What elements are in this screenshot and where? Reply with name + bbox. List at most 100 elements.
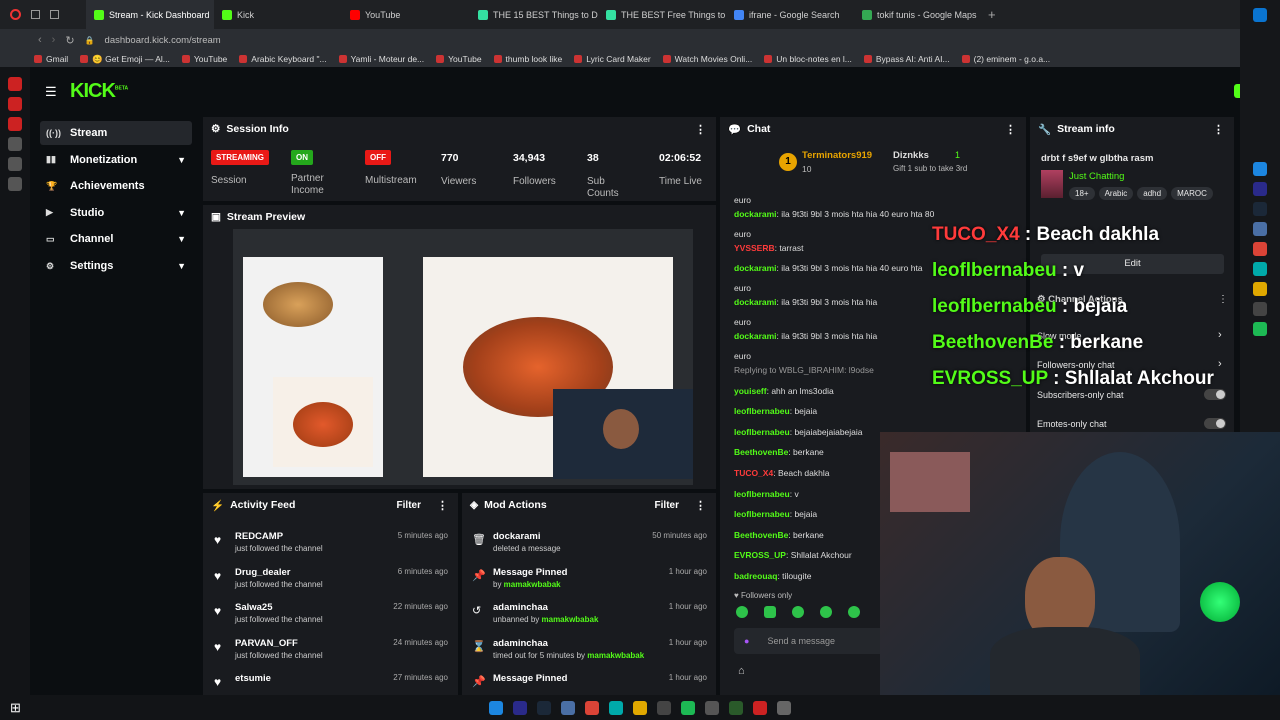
chat-username[interactable]: leoflbernabeu [734,509,790,519]
bookmark-item[interactable]: (2) eminem - g.o.a... [961,54,1050,64]
browser-tab[interactable]: Kick [214,0,342,29]
pinned-app-icon[interactable] [8,117,22,131]
green-edge-button[interactable] [1234,84,1240,98]
stream-tag[interactable]: Arabic [1098,187,1134,200]
activity-user[interactable]: PARVAN_OFF [235,638,298,649]
emote-icon[interactable] [848,606,860,618]
sidebar-item-channel[interactable]: ▭ Channel ▼ [40,227,192,251]
more-options-icon[interactable]: ⋮ [695,499,706,512]
activity-user[interactable]: Salwa25 [235,602,273,613]
mod-action-name[interactable]: adaminchaa [493,638,548,649]
chat-username[interactable]: EVROSS_UP [734,550,786,560]
emote-icon[interactable] [792,606,804,618]
chat-username[interactable]: dockarami [734,263,777,273]
bookmark-item[interactable]: Arabic Keyboard "... [239,54,327,64]
chat-input[interactable]: ● Send a message [734,628,894,654]
chat-username[interactable]: leoflbernabeu [734,406,790,416]
back-icon[interactable]: ‹ [38,34,42,46]
pinned-app-icon[interactable] [8,77,22,91]
chat-username[interactable]: YVSSERB [734,243,775,253]
stream-tag[interactable]: 18+ [1069,187,1095,200]
bookmark-item[interactable]: Yamli - Moteur de... [338,54,424,64]
stream-tag[interactable]: MAROC [1171,187,1213,200]
bookmark-item[interactable]: Watch Movies Onli... [662,54,752,64]
bookmark-item[interactable]: Gmail [34,54,68,64]
more-options-icon[interactable]: ⋮ [437,499,448,512]
multistream-toggle[interactable]: OFF [365,150,391,165]
pinned-app-icon[interactable] [8,157,22,171]
sidebar-item-settings[interactable]: ⚙ Settings ▼ [40,254,192,278]
tab-icon[interactable] [50,10,59,19]
bookmark-item[interactable]: 😊 Get Emoji — Al... [80,54,170,65]
chevron-down-icon[interactable]: ▼ [177,261,186,271]
chrome-icon[interactable] [585,700,599,715]
top-gifter-name[interactable]: Terminators919 [802,150,872,161]
partner-toggle[interactable]: ON [291,150,313,165]
windows-start-icon[interactable]: ⊞ [10,700,21,716]
stream-tag[interactable]: adhd [1137,187,1168,200]
reload-icon[interactable]: ↻ [65,34,74,47]
folder-icon[interactable] [1253,282,1267,296]
bookmark-item[interactable]: Un bloc-notes en l... [764,54,852,64]
activity-user[interactable]: etsumie [235,673,271,684]
browser-tab[interactable]: ifrane - Google Search [726,0,854,29]
chat-username[interactable]: youiseff [734,386,767,396]
subscribers-only-toggle[interactable] [1204,389,1226,400]
bookmark-item[interactable]: Lyric Card Maker [574,54,651,64]
spotify-icon[interactable] [681,700,695,715]
new-tab-icon[interactable]: + [988,7,996,22]
windows-icon[interactable] [1253,8,1267,22]
mod-action-name[interactable]: dockarami [493,531,541,542]
emote-icon[interactable] [764,606,776,618]
mod-action-name[interactable]: adaminchaa [493,602,548,613]
forward-icon[interactable]: › [52,34,56,46]
mod-action-name[interactable]: Message Pinned [493,567,567,578]
chevron-right-icon[interactable]: › [1218,358,1222,370]
bookmark-item[interactable]: thumb look like [493,54,562,64]
chat-username[interactable]: badreouaq [734,571,777,581]
second-gifter-name[interactable]: Diznkks [893,150,929,161]
opera-icon[interactable] [10,9,21,20]
chat-username[interactable]: TUCO_X4 [734,468,773,478]
chat-username[interactable]: dockarami [734,331,777,341]
more-options-icon[interactable]: ⋮ [695,123,706,136]
sidebar-item-achievements[interactable]: 🏆 Achievements [40,174,192,198]
chat-username[interactable]: dockarami [734,297,777,307]
premiere-icon[interactable] [513,700,527,715]
category-link[interactable]: Just Chatting [1069,171,1124,182]
app-icon[interactable] [729,700,743,715]
pinned-app-icon[interactable] [8,137,22,151]
bookmark-item[interactable]: YouTube [436,54,482,64]
tab-switch-icon[interactable] [31,10,40,19]
mod-filter-button[interactable]: Filter [655,500,679,511]
app-icon[interactable] [705,700,719,715]
chat-username[interactable]: BeethovenBe [734,447,788,457]
premiere-icon[interactable] [1253,182,1267,196]
activity-user[interactable]: REDCAMP [235,531,283,542]
chat-username[interactable]: leoflbernabeu [734,427,790,437]
stream-video[interactable] [233,229,693,485]
mod-action-moderator[interactable]: mamakwbabak [504,580,561,589]
mod-action-moderator[interactable]: mamakwbabak [587,651,644,660]
chat-username[interactable]: leoflbernabeu [734,489,790,499]
sidebar-item-studio[interactable]: ▶ Studio ▼ [40,201,192,225]
more-options-icon[interactable]: ⋮ [1218,294,1228,305]
sidebar-item-stream[interactable]: ((·)) Stream [40,121,192,145]
app-icon[interactable] [609,700,623,715]
browser-tab[interactable]: tokif tunis - Google Maps [854,0,982,29]
spotify-icon[interactable] [1253,322,1267,336]
bookmark-item[interactable]: Bypass AI: Anti AI... [863,54,950,64]
app-icon[interactable] [561,700,575,715]
store-icon[interactable]: ⌂ [738,665,745,677]
browser-tab[interactable]: THE 15 BEST Things to D [470,0,598,29]
chevron-down-icon[interactable]: ▼ [177,234,186,244]
opera-icon[interactable] [753,700,767,715]
chevron-down-icon[interactable]: ▼ [177,208,186,218]
hamburger-menu-icon[interactable]: ☰ [45,84,57,100]
app-icon[interactable] [1253,222,1267,236]
emote-icon[interactable] [736,606,748,618]
more-options-icon[interactable]: ⋮ [1213,123,1224,136]
mod-action-moderator[interactable]: mamakwbabak [542,615,599,624]
emotes-only-toggle[interactable] [1204,418,1226,429]
browser-tab[interactable]: YouTube [342,0,470,29]
